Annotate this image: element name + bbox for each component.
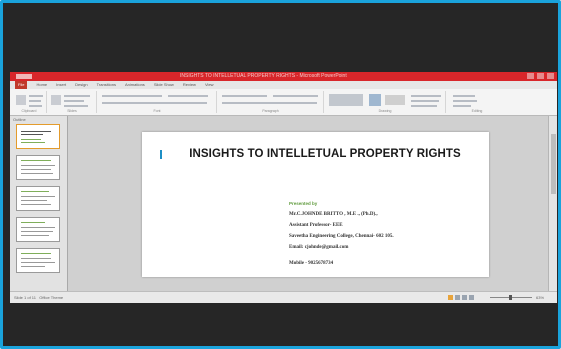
group-editing[interactable]: Editing: [447, 91, 507, 113]
slideshow-icon[interactable]: [469, 295, 474, 300]
tab-design[interactable]: Design: [75, 81, 87, 89]
status-slide-info: Slide 1 of 11 Office Theme: [14, 295, 64, 300]
quick-access-toolbar[interactable]: [16, 74, 32, 79]
slide-thumbnail-4[interactable]: [16, 217, 60, 242]
slide-editing-area: INSIGHTS TO INTELLETUAL PROPERTY RIGHTS …: [68, 116, 548, 291]
group-label: Clipboard: [21, 109, 37, 113]
group-slides[interactable]: Slides: [48, 91, 97, 113]
ribbon: Clipboard Slides Font Paragraph Drawing …: [10, 89, 557, 116]
reading-view-icon[interactable]: [462, 295, 467, 300]
title-accent-bar: [160, 150, 162, 159]
scrollbar-thumb[interactable]: [551, 134, 556, 194]
screen-share-frame: INSIGHTS TO INTELLETUAL PROPERTY RIGHTS …: [0, 0, 561, 349]
tab-transitions[interactable]: Transitions: [97, 81, 116, 89]
minimize-icon[interactable]: [527, 73, 534, 79]
group-clipboard[interactable]: Clipboard: [12, 91, 47, 113]
window-controls: [527, 73, 554, 79]
group-font[interactable]: Font: [98, 91, 217, 113]
zoom-level[interactable]: 63%: [536, 292, 544, 303]
group-label: Drawing: [378, 109, 392, 113]
slide-sorter-icon[interactable]: [455, 295, 460, 300]
status-bar: Slide 1 of 11 Office Theme 63%: [10, 291, 557, 303]
tab-insert[interactable]: Insert: [56, 81, 66, 89]
presented-by-label: Presented by: [289, 201, 318, 206]
view-buttons: [448, 295, 474, 300]
presenter-mobile: Mobile - 9025678734: [289, 261, 334, 266]
slide-thumbnail-5[interactable]: [16, 248, 60, 273]
presenter-position: Assistant Professor- EEE: [289, 223, 343, 228]
maximize-icon[interactable]: [537, 73, 544, 79]
close-icon[interactable]: [547, 73, 554, 79]
vertical-scrollbar[interactable]: [548, 116, 557, 291]
powerpoint-window: INSIGHTS TO INTELLETUAL PROPERTY RIGHTS …: [10, 72, 557, 303]
zoom-slider-knob[interactable]: [509, 295, 512, 300]
window-title: INSIGHTS TO INTELLETUAL PROPERTY RIGHTS …: [180, 73, 347, 79]
tab-review[interactable]: Review: [183, 81, 196, 89]
slide-thumbnail-2[interactable]: [16, 155, 60, 180]
group-label: Editing: [471, 109, 483, 113]
tab-animations[interactable]: Animations: [125, 81, 145, 89]
slide-thumbnail-1[interactable]: [16, 124, 60, 149]
tab-slide-show[interactable]: Slide Show: [154, 81, 174, 89]
slide-title[interactable]: INSIGHTS TO INTELLETUAL PROPERTY RIGHTS: [166, 148, 484, 160]
group-drawing[interactable]: Drawing: [325, 91, 446, 113]
current-slide[interactable]: INSIGHTS TO INTELLETUAL PROPERTY RIGHTS …: [142, 132, 489, 277]
tab-file[interactable]: File: [15, 81, 28, 89]
group-label: Paragraph: [262, 109, 279, 113]
panel-title[interactable]: Outline: [13, 117, 26, 122]
group-paragraph[interactable]: Paragraph: [218, 91, 324, 113]
normal-view-icon[interactable]: [448, 295, 453, 300]
title-bar: INSIGHTS TO INTELLETUAL PROPERTY RIGHTS …: [10, 72, 557, 81]
tab-home[interactable]: Home: [36, 81, 47, 89]
tab-view[interactable]: View: [205, 81, 214, 89]
group-label: Slides: [67, 109, 77, 113]
presenter-college: Saveetha Engineering College, Chennai- 6…: [289, 234, 394, 239]
slide-thumbnail-panel: Outline: [10, 116, 68, 291]
presenter-email: Email: cjohnde@gmail.com: [289, 245, 349, 250]
group-label: Font: [153, 109, 161, 113]
ribbon-tabs: File Home Insert Design Transitions Anim…: [10, 81, 557, 89]
slide-thumbnail-3[interactable]: [16, 186, 60, 211]
presenter-name: Mr.C.JOHNDE BRITTO , M.E ., (Ph.D).,: [289, 212, 378, 217]
